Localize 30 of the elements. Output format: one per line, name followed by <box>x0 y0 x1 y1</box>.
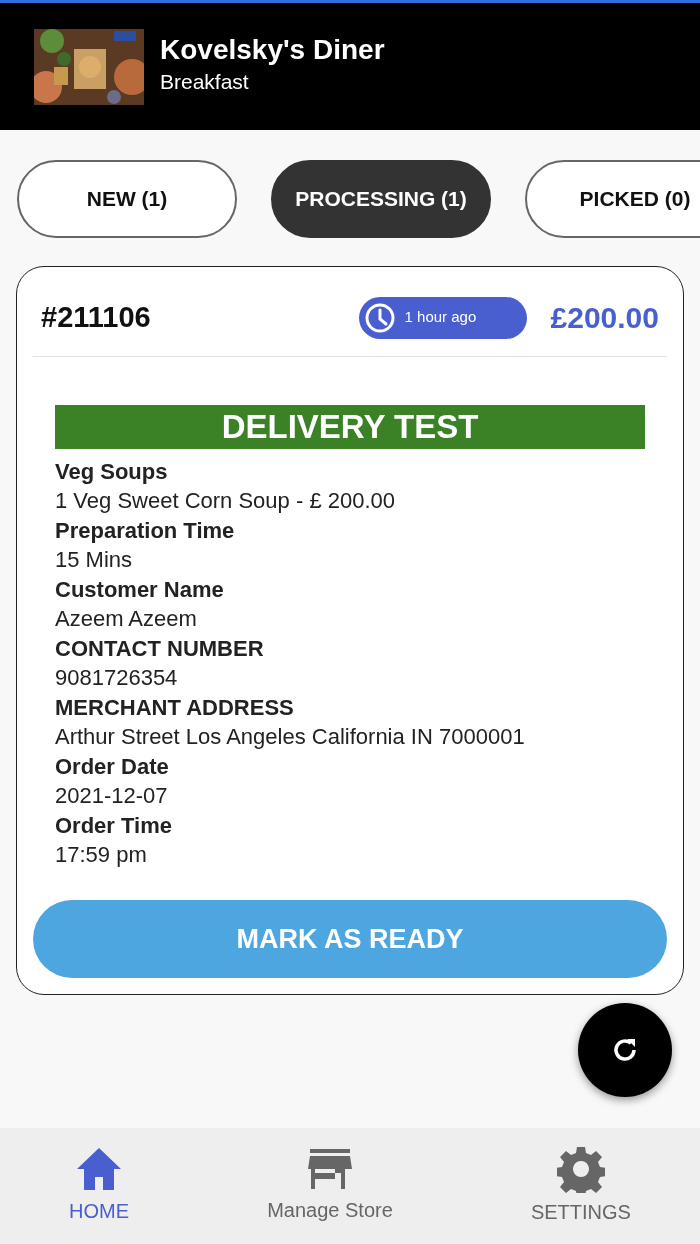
status-tab[interactable]: PROCESSING (1) <box>271 160 491 238</box>
order-total: £200.00 <box>550 300 659 336</box>
detail-value: Arthur Street Los Angeles California IN 7000001 <box>55 723 526 751</box>
detail-value: 1 Veg Sweet Corn Soup - £ 200.00 <box>55 487 396 515</box>
detail-label: Preparation Time <box>55 517 236 545</box>
detail-label: Veg Soups <box>55 458 169 486</box>
detail-label: Order Time <box>55 812 173 840</box>
detail-value: 9081726354 <box>55 664 179 692</box>
nav-tab[interactable]: SETTINGS <box>524 1144 637 1228</box>
detail-value: 17:59 pm <box>55 841 148 869</box>
order-number: #211106 <box>41 299 151 335</box>
detail-value: 15 Mins <box>55 546 134 574</box>
status-tab[interactable]: PICKED (0) <box>525 160 700 238</box>
menu-name: Breakfast <box>160 69 250 96</box>
nav-tab[interactable]: HOME <box>63 1145 136 1227</box>
nav-tab[interactable]: Manage Store <box>261 1146 399 1226</box>
order-type-banner: DELIVERY TEST <box>55 405 645 449</box>
store-icon <box>306 1147 353 1191</box>
detail-label: CONTACT NUMBER <box>55 635 265 663</box>
gear-icon <box>556 1145 605 1193</box>
restaurant-name: Kovelsky's Diner <box>160 35 385 67</box>
detail-label: MERCHANT ADDRESS <box>55 694 295 722</box>
detail-label: Customer Name <box>55 576 225 604</box>
detail-label: Order Date <box>55 753 170 781</box>
mark-ready-button[interactable]: MARK AS READY <box>33 900 667 978</box>
status-tab[interactable]: NEW (1) <box>17 160 237 238</box>
refresh-button[interactable] <box>578 1003 672 1097</box>
detail-value: Azeem Azeem <box>55 605 198 633</box>
time-text: 1 hour ago <box>404 307 477 328</box>
detail-value: 2021-12-07 <box>55 782 169 810</box>
